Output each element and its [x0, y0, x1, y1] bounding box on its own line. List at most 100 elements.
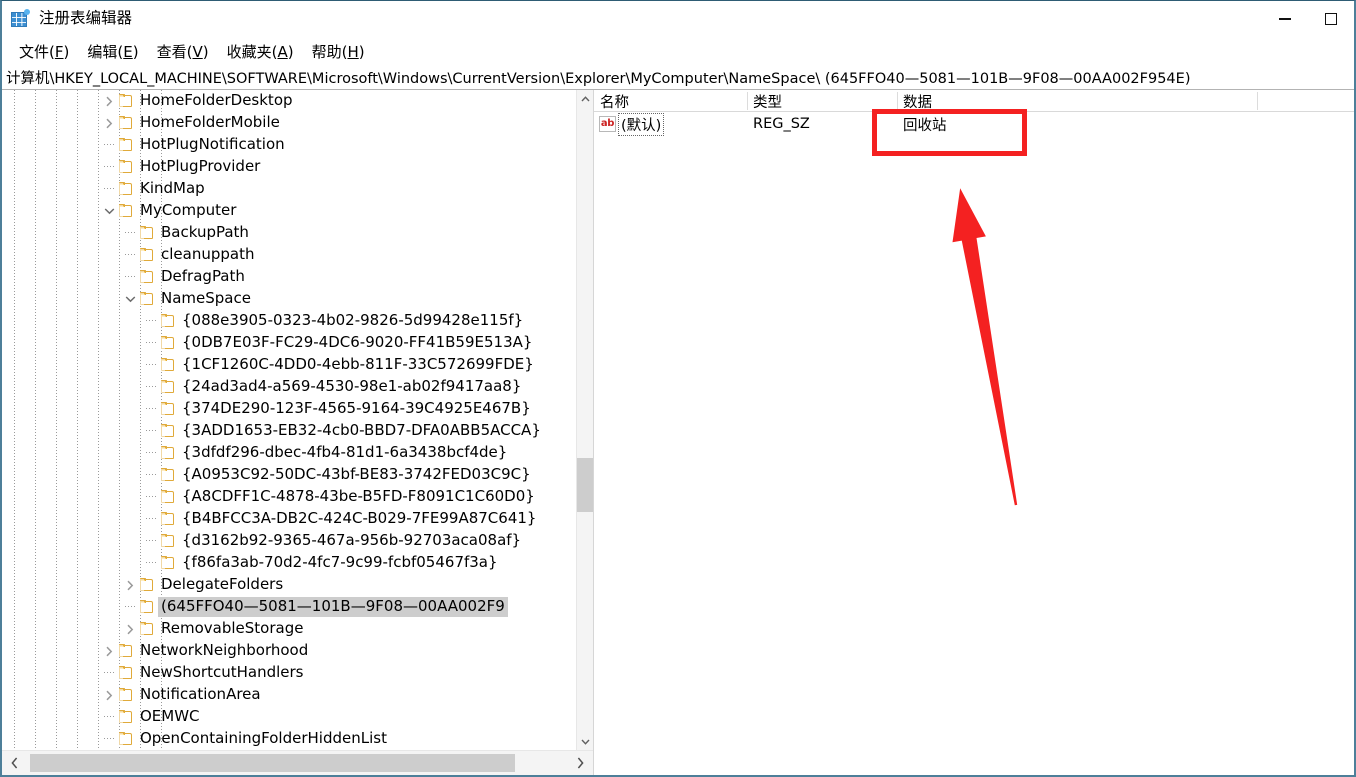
column-header-name[interactable]: 名称 [594, 90, 629, 112]
folder-icon [119, 688, 133, 701]
menu-help[interactable]: 帮助(H) [303, 39, 374, 64]
scroll-left-icon[interactable] [2, 751, 27, 775]
maximize-button[interactable] [1308, 1, 1354, 37]
tree-connector [123, 266, 137, 288]
tree-item-label: NetworkNeighborhood [140, 641, 309, 659]
scroll-up-icon[interactable] [577, 90, 593, 107]
registry-tree[interactable]: HomeFolderDesktop HomeFolderMobile HotPlug… [2, 90, 576, 750]
tree-item[interactable]: HomeFolderDesktop [2, 90, 576, 112]
chevron-down-icon[interactable] [122, 288, 138, 310]
tree-item[interactable]: NetworkNeighborhood [2, 640, 576, 662]
folder-icon [140, 600, 154, 613]
folder-icon [140, 248, 154, 261]
tree-item[interactable]: cleanuppath [2, 244, 576, 266]
tree-item[interactable]: {3dfdf296-dbec-4fb4-81d1-6a3438bcf4de} [2, 442, 576, 464]
tree-connector [123, 244, 137, 266]
menu-favorites-accel: A [277, 42, 288, 61]
scroll-right-icon[interactable] [568, 751, 593, 775]
tree-item[interactable]: RemovableStorage [2, 618, 576, 640]
folder-icon [119, 94, 133, 107]
tree-item[interactable]: DefragPath [2, 266, 576, 288]
menu-file[interactable]: 文件(F) [10, 39, 78, 64]
folder-icon [161, 534, 175, 547]
tree-connector [102, 134, 116, 156]
menu-favorites[interactable]: 收藏夹(A) [218, 39, 303, 64]
tree-connector [123, 596, 137, 618]
title-bar: 注册表编辑器 [2, 1, 1354, 37]
chevron-right-icon[interactable] [101, 684, 117, 706]
folder-icon [161, 314, 175, 327]
tree-item[interactable]: BackupPath [2, 222, 576, 244]
tree-item[interactable]: {A0953C92-50DC-43bf-BE83-3742FED03C9C} [2, 464, 576, 486]
tree-item[interactable]: MyComputer [2, 200, 576, 222]
menu-edit[interactable]: 编辑(E) [78, 39, 147, 64]
folder-icon [119, 644, 133, 657]
menu-edit-label: 编辑 [87, 42, 118, 61]
tree-item-label: NotificationArea [140, 685, 261, 703]
chevron-right-icon[interactable] [101, 112, 117, 134]
chevron-right-icon[interactable] [101, 640, 117, 662]
column-header-data[interactable]: 数据 [897, 90, 932, 112]
chevron-right-icon[interactable] [101, 90, 117, 112]
tree-horizontal-scroll-thumb[interactable] [30, 754, 515, 772]
tree-item[interactable]: {f86fa3ab-70d2-4fc7-9c99-fcbf05467f3a} [2, 552, 576, 574]
tree-item[interactable]: {088e3905-0323-4b02-9826-5d99428e115f} [2, 310, 576, 332]
value-data-cell[interactable]: 回收站 [903, 112, 947, 136]
column-separator[interactable] [1257, 92, 1258, 110]
tree-item[interactable]: OEMWC [2, 706, 576, 728]
tree-item-label: (645FFO40—5081—101B—9F08—00AA002F9 [158, 597, 508, 617]
tree-connector [144, 376, 158, 398]
column-header-type[interactable]: 类型 [747, 90, 782, 112]
table-row[interactable]: ab (默认) REG_SZ 回收站 [594, 112, 1354, 136]
tree-item[interactable]: HotPlugNotification [2, 134, 576, 156]
tree-item-label: DelegateFolders [161, 575, 284, 593]
tree-item-label: {3ADD1653-EB32-4cb0-BBD7-DFA0ABB5ACCA} [182, 421, 541, 439]
tree-item[interactable]: {1CF1260C-4DD0-4ebb-811F-33C572699FDE} [2, 354, 576, 376]
tree-connector [144, 508, 158, 530]
folder-icon [119, 666, 133, 679]
menu-view[interactable]: 查看(V) [148, 39, 218, 64]
tree-item[interactable]: {0DB7E03F-FC29-4DC6-9020-FF41B59E513A} [2, 332, 576, 354]
tree-item-label: KindMap [140, 179, 205, 197]
value-name-cell[interactable]: ab (默认) [599, 112, 665, 136]
minimize-icon [1279, 18, 1291, 20]
scroll-down-icon[interactable] [577, 733, 593, 750]
tree-connector [144, 332, 158, 354]
tree-connector [144, 420, 158, 442]
tree-item[interactable]: (645FFO40—5081—101B—9F08—00AA002F9 [2, 596, 576, 618]
chevron-right-icon[interactable] [122, 574, 138, 596]
chevron-right-icon[interactable] [122, 618, 138, 640]
tree-item[interactable]: DelegateFolders [2, 574, 576, 596]
value-type-cell[interactable]: REG_SZ [753, 112, 810, 136]
tree-item[interactable]: HomeFolderMobile [2, 112, 576, 134]
tree-item[interactable]: KindMap [2, 178, 576, 200]
folder-icon [140, 622, 154, 635]
folder-icon [161, 424, 175, 437]
folder-icon [119, 116, 133, 129]
folder-icon [161, 512, 175, 525]
tree-item-label: OEMWC [140, 707, 200, 725]
tree-item[interactable]: {d3162b92-9365-467a-956b-92703aca08af} [2, 530, 576, 552]
chevron-down-icon[interactable] [101, 200, 117, 222]
minimize-button[interactable] [1262, 1, 1308, 37]
tree-item[interactable]: {374DE290-123F-4565-9164-39C4925E467B} [2, 398, 576, 420]
tree-item[interactable]: {3ADD1653-EB32-4cb0-BBD7-DFA0ABB5ACCA} [2, 420, 576, 442]
tree-item-label: {f86fa3ab-70d2-4fc7-9c99-fcbf05467f3a} [182, 553, 498, 571]
tree-connector [144, 486, 158, 508]
folder-icon [140, 578, 154, 591]
tree-item[interactable]: {A8CDFF1C-4878-43be-B5FD-F8091C1C60D0} [2, 486, 576, 508]
tree-horizontal-scrollbar[interactable] [2, 750, 593, 775]
tree-item[interactable]: NameSpace [2, 288, 576, 310]
tree-item[interactable]: HotPlugProvider [2, 156, 576, 178]
tree-item[interactable]: {B4BFCC3A-DB2C-424C-B029-7FE99A87C641} [2, 508, 576, 530]
tree-vertical-scroll-thumb[interactable] [577, 458, 593, 512]
tree-item[interactable]: {24ad3ad4-a569-4530-98e1-ab02f9417aa8} [2, 376, 576, 398]
tree-vertical-scrollbar[interactable] [576, 90, 593, 750]
tree-connector [144, 354, 158, 376]
tree-item[interactable]: NewShortcutHandlers [2, 662, 576, 684]
tree-item[interactable]: OpenContainingFolderHiddenList [2, 728, 576, 750]
string-value-icon: ab [599, 116, 616, 132]
address-bar[interactable]: 计算机\HKEY_LOCAL_MACHINE\SOFTWARE\Microsof… [2, 65, 1354, 90]
tree-item[interactable]: NotificationArea [2, 684, 576, 706]
tree-item-label: BackupPath [161, 223, 249, 241]
